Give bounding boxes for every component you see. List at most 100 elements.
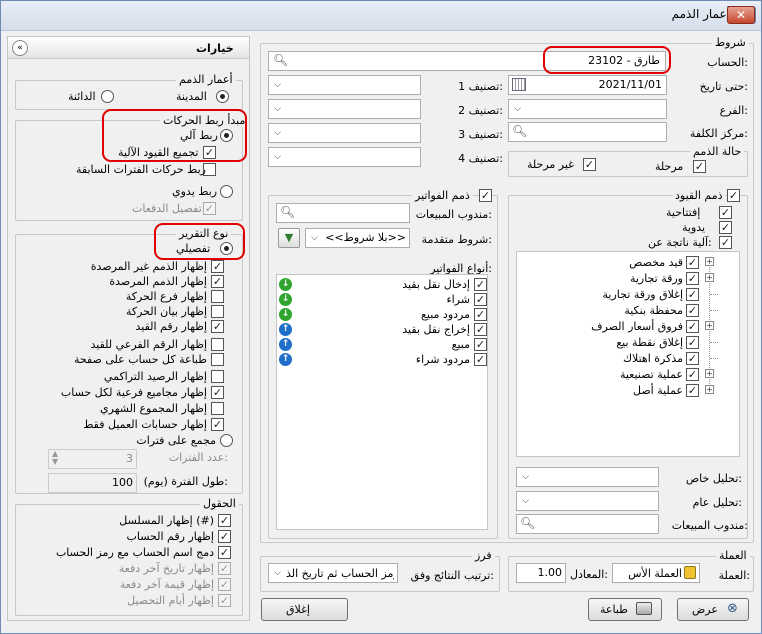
invoice-type-checkbox[interactable]: ✓: [474, 278, 487, 291]
tree-item-checkbox[interactable]: ✓: [686, 272, 699, 285]
tree-item[interactable]: ✓ إغلاق نقطة بيع: [517, 334, 739, 350]
show-branch-checkbox[interactable]: [211, 290, 224, 303]
cost-center-label: مركز الكلفة:: [689, 127, 748, 140]
tree-item-checkbox[interactable]: ✓: [686, 368, 699, 381]
grouped-by-periods-label: مجمع على فترات: [136, 434, 216, 447]
tree-item-checkbox[interactable]: ✓: [686, 304, 699, 317]
city-radio[interactable]: [216, 90, 229, 103]
show-sub-number-checkbox[interactable]: [211, 338, 224, 351]
tree-expand-icon[interactable]: +: [705, 369, 714, 378]
class4-select[interactable]: [268, 147, 421, 167]
unposted-checkbox[interactable]: ✓: [583, 158, 596, 171]
spinner-arrows-icon[interactable]: ▲ ▼: [52, 450, 58, 466]
entry-sales-rep-input[interactable]: [516, 514, 659, 534]
show-unposted-checkbox[interactable]: ✓: [211, 260, 224, 273]
invoice-type-item[interactable]: ↑ ✓ مبيع: [277, 337, 487, 353]
tree-item[interactable]: + ✓ ورقة تجارية: [517, 270, 739, 286]
show-cumulative-checkbox[interactable]: [211, 370, 224, 383]
class3-select[interactable]: [268, 123, 421, 143]
invoice-type-checkbox[interactable]: ✓: [474, 293, 487, 306]
rate-value: 1.00: [537, 566, 563, 579]
binoculars-icon: ⊗: [727, 601, 738, 616]
general-analysis-dropdown-icon[interactable]: ⌵: [517, 492, 534, 510]
tree-item-checkbox[interactable]: ✓: [686, 320, 699, 333]
show-collection-days-checkbox[interactable]: ✓: [218, 594, 231, 607]
tree-expand-icon[interactable]: +: [705, 273, 714, 282]
invoice-type-checkbox[interactable]: ✓: [474, 338, 487, 351]
cost-center-input[interactable]: [508, 122, 667, 142]
invoice-type-item[interactable]: ↑ ✓ إخراج نقل بقيد: [277, 322, 487, 338]
collapse-icon[interactable]: «: [12, 40, 28, 56]
title-bar[interactable]: [1, 1, 761, 31]
tree-expand-icon[interactable]: +: [705, 385, 714, 394]
class4-dropdown-icon[interactable]: ⌵: [269, 148, 286, 166]
manual-link-radio[interactable]: [220, 185, 233, 198]
opening-checkbox[interactable]: ✓: [719, 206, 732, 219]
show-last-payment-value-checkbox[interactable]: ✓: [218, 578, 231, 591]
close-window-button[interactable]: ✕: [727, 6, 755, 24]
tree-item-checkbox[interactable]: ✓: [686, 288, 699, 301]
tree-item-checkbox[interactable]: ✓: [686, 336, 699, 349]
invoice-type-item[interactable]: ↓ ✓ شراء: [277, 292, 487, 308]
tree-item[interactable]: + ✓ فروق أسعار الصرف: [517, 318, 739, 334]
tree-item[interactable]: + ✓ عملية تصنيعية: [517, 366, 739, 382]
show-monthly-total-checkbox[interactable]: [211, 402, 224, 415]
show-last-payment-date-checkbox[interactable]: ✓: [218, 562, 231, 575]
auto-from-checkbox[interactable]: ✓: [719, 236, 732, 249]
tree-item[interactable]: + ✓ قيد مخصص: [517, 254, 739, 270]
merge-account-name-checkbox[interactable]: ✓: [218, 546, 231, 559]
invoice-type-checkbox[interactable]: ✓: [474, 323, 487, 336]
tree-item-checkbox[interactable]: ✓: [686, 352, 699, 365]
tree-item-checkbox[interactable]: ✓: [686, 384, 699, 397]
class3-dropdown-icon[interactable]: ⌵: [269, 124, 286, 142]
invoice-type-item[interactable]: ↓ ✓ إدخال نقل بقيد: [277, 277, 487, 293]
show-entry-number-checkbox[interactable]: ✓: [211, 320, 224, 333]
show-serial-checkbox[interactable]: ✓: [218, 514, 231, 527]
posted-checkbox[interactable]: ✓: [693, 160, 706, 173]
class2-dropdown-icon[interactable]: ⌵: [269, 100, 286, 118]
tree-item[interactable]: ✓ إغلاق ورقة تجارية: [517, 286, 739, 302]
general-analysis-select[interactable]: [516, 491, 659, 511]
invoice-sales-rep-input[interactable]: [276, 203, 410, 223]
special-analysis-dropdown-icon[interactable]: ⌵: [517, 468, 534, 486]
entry-sales-rep-search-icon[interactable]: 🔍︎: [520, 516, 535, 530]
invoice-type-item[interactable]: ↓ ✓ مردود مبيع: [277, 307, 487, 323]
account-search-icon[interactable]: 🔍︎: [273, 53, 288, 67]
print-per-page-checkbox[interactable]: [211, 353, 224, 366]
tree-item[interactable]: + ✓ عملية أصل: [517, 382, 739, 398]
advanced-dropdown-icon[interactable]: ⌵: [306, 229, 323, 247]
class2-select[interactable]: [268, 99, 421, 119]
entry-debts-checkbox[interactable]: ✓: [727, 189, 740, 202]
creditor-radio[interactable]: [101, 90, 114, 103]
grouped-by-periods-radio[interactable]: [220, 434, 233, 447]
branch-dropdown-icon[interactable]: ⌵: [509, 100, 526, 118]
tree-branch-line: [710, 294, 718, 295]
invoice-type-checkbox[interactable]: ✓: [474, 308, 487, 321]
tree-item-checkbox[interactable]: ✓: [686, 256, 699, 269]
show-account-number-checkbox[interactable]: ✓: [218, 530, 231, 543]
cost-center-search-icon[interactable]: 🔍︎: [512, 124, 527, 138]
filter-icon[interactable]: ▼: [278, 228, 300, 248]
tree-expand-icon[interactable]: +: [705, 321, 714, 330]
advanced-conditions-value: <<بلا شروط>>: [325, 231, 406, 244]
payment-details-checkbox[interactable]: ✓: [203, 202, 216, 215]
class1-dropdown-icon[interactable]: ⌵: [269, 76, 286, 94]
calendar-icon[interactable]: [512, 78, 526, 91]
class1-select[interactable]: [268, 75, 421, 95]
invoice-sales-rep-search-icon[interactable]: 🔍︎: [280, 205, 295, 219]
invoice-debts-checkbox[interactable]: ✓: [479, 189, 492, 202]
show-customer-only-checkbox[interactable]: ✓: [211, 418, 224, 431]
tree-item[interactable]: ✓ مذكرة اهتلاك: [517, 350, 739, 366]
sort-order-dropdown-icon[interactable]: ⌵: [269, 564, 286, 582]
show-posted-checkbox[interactable]: ✓: [211, 275, 224, 288]
manual-checkbox[interactable]: ✓: [719, 221, 732, 234]
branch-select[interactable]: [508, 99, 667, 119]
show-statement-checkbox[interactable]: [211, 305, 224, 318]
show-subtotals-checkbox[interactable]: ✓: [211, 386, 224, 399]
invoice-type-item[interactable]: ↑ ✓ مردود شراء: [277, 352, 487, 368]
invoice-type-checkbox[interactable]: ✓: [474, 353, 487, 366]
tree-expand-icon[interactable]: +: [705, 257, 714, 266]
special-analysis-select[interactable]: [516, 467, 659, 487]
tree-item[interactable]: ✓ محفظة بنكية: [517, 302, 739, 318]
printer-icon: [636, 602, 652, 615]
